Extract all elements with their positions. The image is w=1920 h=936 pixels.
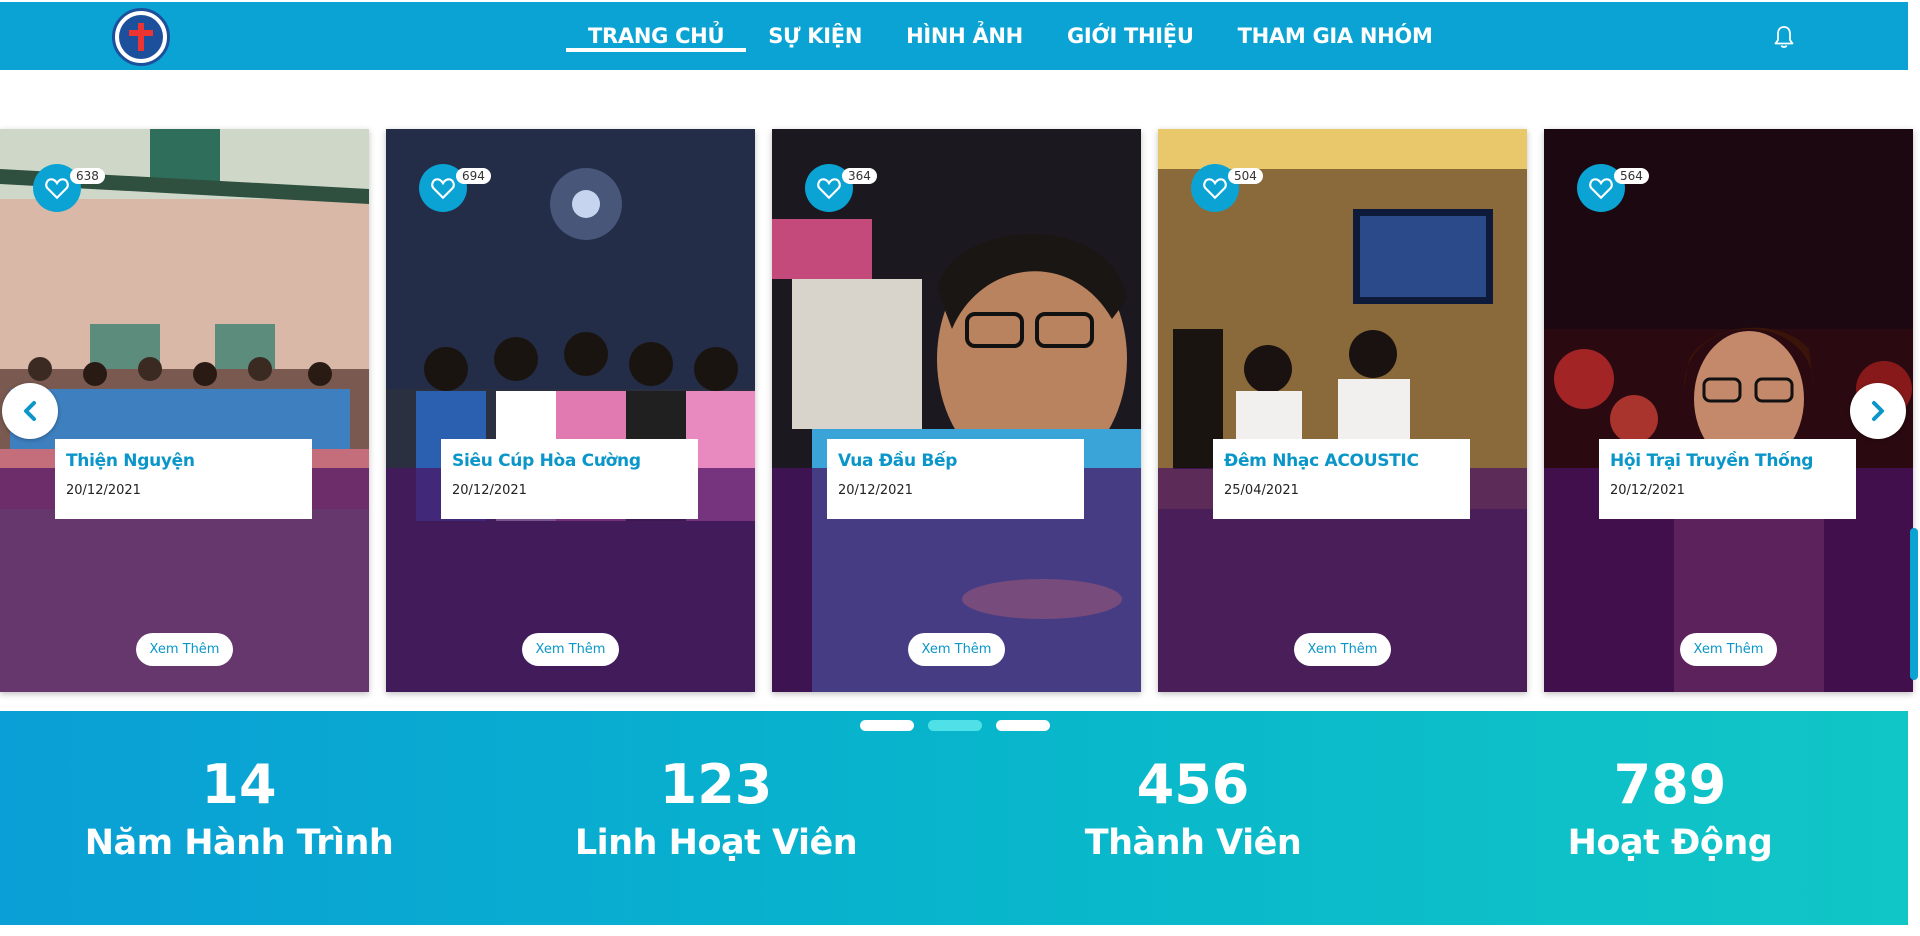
event-title[interactable]: Vua Đầu Bếp xyxy=(838,451,1073,471)
chevron-left-icon xyxy=(24,401,36,421)
stat-number: 14 xyxy=(201,753,277,816)
stat-label: Linh Hoạt Viên xyxy=(574,823,858,863)
nav-item-gallery[interactable]: HÌNH ẢNH xyxy=(884,2,1045,70)
like-count: 504 xyxy=(1228,168,1263,184)
heart-icon xyxy=(1203,178,1227,200)
see-more-button[interactable]: Xem Thêm xyxy=(907,633,1006,666)
heart-icon xyxy=(431,178,455,200)
top-navbar: TRANG CHỦ SỰ KIỆN HÌNH ẢNH GIỚI THIỆU TH… xyxy=(0,2,1908,70)
stat-label: Năm Hành Trình xyxy=(84,823,394,863)
like-count: 564 xyxy=(1614,168,1649,184)
event-date: 20/12/2021 xyxy=(1610,483,1685,498)
carousel-prev-button[interactable] xyxy=(2,383,58,439)
event-card[interactable]: 694 Siêu Cúp Hòa Cường 20/12/2021 Xem Th… xyxy=(386,129,755,692)
card-info: Siêu Cúp Hòa Cường 20/12/2021 xyxy=(441,439,698,519)
event-date: 20/12/2021 xyxy=(66,483,141,498)
stat-years: 14 Năm Hành Trình xyxy=(39,753,439,864)
event-title[interactable]: Đêm Nhạc ACOUSTIC xyxy=(1224,451,1459,471)
carousel-dot[interactable] xyxy=(928,720,982,731)
card-info: Hội Trại Truyền Thống 20/12/2021 xyxy=(1599,439,1856,519)
see-more-button[interactable]: Xem Thêm xyxy=(521,633,620,666)
chevron-right-icon xyxy=(1872,401,1884,421)
heart-icon xyxy=(1589,178,1613,200)
see-more-button[interactable]: Xem Thêm xyxy=(135,633,234,666)
event-title[interactable]: Siêu Cúp Hòa Cường xyxy=(452,451,687,471)
nav-item-events[interactable]: SỰ KIỆN xyxy=(746,2,884,70)
main-nav: TRANG CHỦ SỰ KIỆN HÌNH ẢNH GIỚI THIỆU TH… xyxy=(566,2,1455,70)
heart-icon xyxy=(817,178,841,200)
event-title[interactable]: Hội Trại Truyền Thống xyxy=(1610,451,1845,471)
event-title[interactable]: Thiện Nguyện xyxy=(66,451,301,471)
heart-icon xyxy=(45,178,69,200)
carousel-next-button[interactable] xyxy=(1850,383,1906,439)
page-scrollbar[interactable] xyxy=(1910,528,1918,680)
stat-number: 456 xyxy=(1136,753,1250,816)
event-carousel: 638 Thiện Nguyện 20/12/2021 Xem Thêm 694… xyxy=(0,129,1913,692)
stat-members: 456 Thành Viên xyxy=(993,753,1393,864)
carousel-pagination xyxy=(860,720,1050,731)
event-card[interactable]: 504 Đêm Nhạc ACOUSTIC 25/04/2021 Xem Thê… xyxy=(1158,129,1527,692)
stat-leaders: 123 Linh Hoạt Viên xyxy=(516,753,916,864)
nav-item-about[interactable]: GIỚI THIỆU xyxy=(1045,2,1216,70)
stat-number: 123 xyxy=(659,753,773,816)
stat-activities: 789 Hoạt Động xyxy=(1470,753,1870,864)
bell-icon[interactable] xyxy=(1772,24,1796,50)
nav-item-join-group[interactable]: THAM GIA NHÓM xyxy=(1216,2,1455,70)
see-more-button[interactable]: Xem Thêm xyxy=(1679,633,1778,666)
like-count: 364 xyxy=(842,168,877,184)
like-count: 694 xyxy=(456,168,491,184)
event-date: 25/04/2021 xyxy=(1224,483,1299,498)
card-info: Vua Đầu Bếp 20/12/2021 xyxy=(827,439,1084,519)
event-date: 20/12/2021 xyxy=(452,483,527,498)
stat-label: Thành Viên xyxy=(1084,823,1302,863)
stat-label: Hoạt Động xyxy=(1567,823,1773,863)
card-info: Thiện Nguyện 20/12/2021 xyxy=(55,439,312,519)
carousel-dot[interactable] xyxy=(996,720,1050,731)
carousel-dot[interactable] xyxy=(860,720,914,731)
event-date: 20/12/2021 xyxy=(838,483,913,498)
nav-item-home[interactable]: TRANG CHỦ xyxy=(566,2,747,70)
parish-logo-icon[interactable] xyxy=(112,8,170,66)
event-card[interactable]: 364 Vua Đầu Bếp 20/12/2021 Xem Thêm xyxy=(772,129,1141,692)
like-count: 638 xyxy=(70,168,105,184)
see-more-button[interactable]: Xem Thêm xyxy=(1293,633,1392,666)
stat-number: 789 xyxy=(1613,753,1727,816)
card-info: Đêm Nhạc ACOUSTIC 25/04/2021 xyxy=(1213,439,1470,519)
